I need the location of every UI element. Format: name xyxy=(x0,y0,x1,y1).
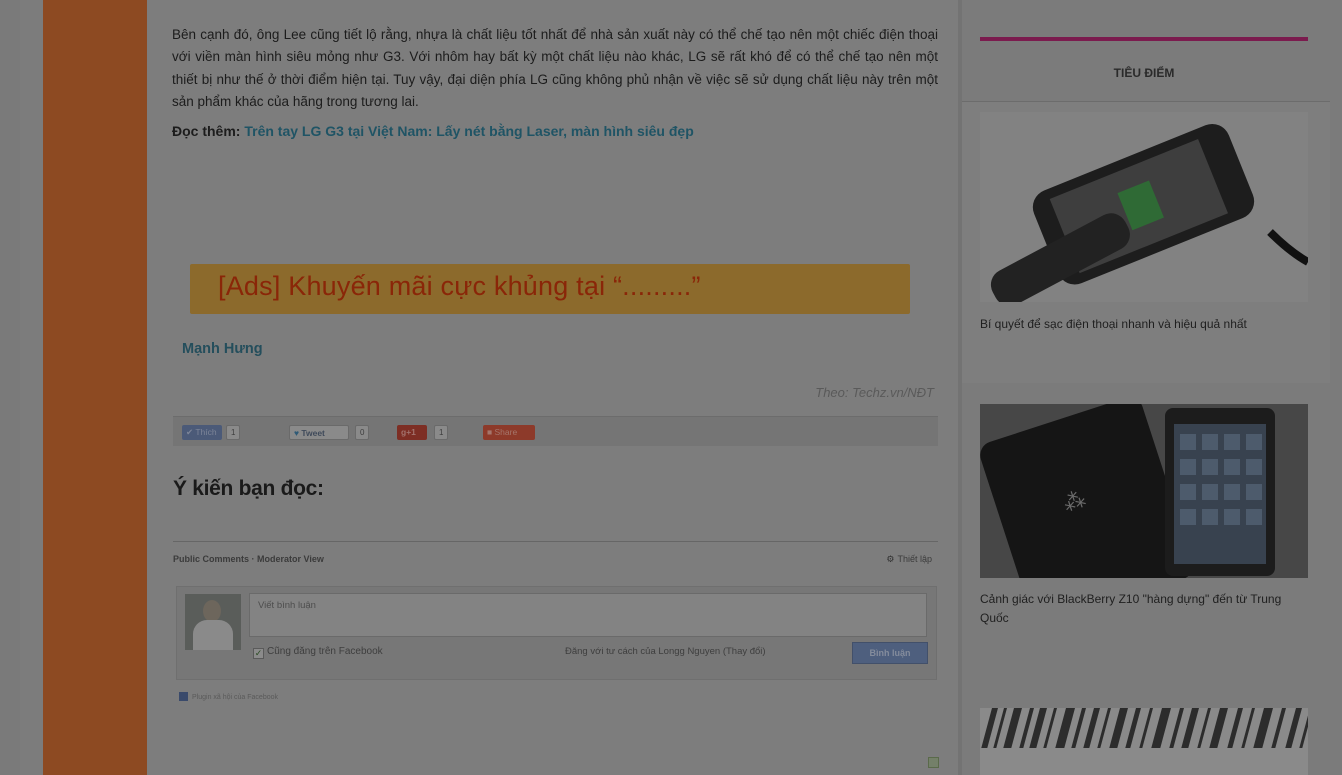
sidebar-item-caption-2[interactable]: Cảnh giác với BlackBerry Z10 "hàng dựng"… xyxy=(980,590,1308,628)
tweet-count: 0 xyxy=(355,425,370,440)
plugin-note-text: Plugin xã hội của Facebook xyxy=(192,694,278,701)
avatar xyxy=(185,594,241,650)
twitter-bird-icon: ♥ xyxy=(294,428,300,438)
barcode-image xyxy=(980,708,1308,775)
read-more-link[interactable]: Trên tay LG G3 tại Việt Nam: Lấy nét bằn… xyxy=(244,123,693,139)
article-body: Bên cạnh đó, ông Lee cũng tiết lộ rằng, … xyxy=(172,24,938,139)
post-comment-button[interactable]: Bình luận xyxy=(852,642,928,664)
facebook-plugin-note[interactable]: Plugin xã hội của Facebook xyxy=(179,692,278,701)
iphone-charging-image xyxy=(980,112,1308,302)
article-paragraph: Bên cạnh đó, ông Lee cũng tiết lộ rằng, … xyxy=(172,27,938,109)
facebook-icon xyxy=(179,692,188,701)
fb-checkbox-label: Cũng đăng trên Facebook xyxy=(267,646,383,657)
comments-settings[interactable]: ⚙ Thiết lập xyxy=(886,554,932,565)
comment-form: Viết bình luận ✓ Cũng đăng trên Facebook … xyxy=(176,586,937,680)
read-more-label: Đọc thêm: xyxy=(172,123,241,140)
ads-text: [Ads] Khuyến mãi cực khủng tại “........… xyxy=(218,271,701,301)
comments-title: Ý kiến bạn đọc: xyxy=(173,477,324,500)
read-more: Đọc thêm: Trên tay LG G3 tại Việt Nam: L… xyxy=(172,123,938,139)
article-source: Theo: Techz.vn/NĐT xyxy=(815,385,934,400)
comments-header-label[interactable]: Public Comments · Moderator View xyxy=(173,554,324,564)
facebook-like-button[interactable]: ✔ Thích xyxy=(182,425,222,440)
post-as-text: Đăng với tư cách của Longg Nguyen (Thay … xyxy=(565,646,766,657)
share-icon: ■ xyxy=(487,427,493,437)
sidebar-section-title: TIÊU ĐIỂM xyxy=(1113,66,1175,80)
settings-label: Thiết lập xyxy=(897,554,932,564)
blackberry-z10-image: ⁂ xyxy=(980,404,1308,578)
sidebar-item-image-2[interactable]: ⁂ xyxy=(980,404,1308,578)
like-label: Thích xyxy=(195,427,217,437)
left-margin xyxy=(0,0,20,775)
share-button[interactable]: ■ Share xyxy=(483,425,535,440)
gplus-count: 1 xyxy=(434,425,449,440)
ads-banner[interactable]: [Ads] Khuyến mãi cực khủng tại “........… xyxy=(190,264,910,314)
orange-side-strip xyxy=(43,0,147,775)
sidebar-item-caption-1[interactable]: Bí quyết để sạc điện thoại nhanh và hiệu… xyxy=(980,315,1308,334)
tweet-label: Tweet xyxy=(301,428,325,438)
like-count: 1 xyxy=(226,425,241,440)
sidebar-item-image-1[interactable] xyxy=(980,112,1308,302)
sidebar-accent-line xyxy=(980,37,1308,41)
gear-icon: ⚙ xyxy=(886,554,895,564)
thumbs-up-icon: ✔ xyxy=(186,427,194,437)
expand-icon[interactable] xyxy=(928,757,939,768)
google-plus-button[interactable]: g+1 xyxy=(397,425,427,440)
comments-section: Public Comments · Moderator View ⚙ Thiết … xyxy=(173,541,938,701)
sidebar-item-image-3[interactable] xyxy=(980,708,1308,775)
checkmark-icon[interactable]: ✓ xyxy=(253,648,264,659)
share-bar: ✔ Thích 1 ♥ Tweet 0 g+1 1 ■ Share xyxy=(173,416,938,446)
tweet-button[interactable]: ♥ Tweet xyxy=(289,425,349,440)
post-to-facebook-checkbox[interactable]: ✓ Cũng đăng trên Facebook xyxy=(253,646,383,659)
gplus-label: +1 xyxy=(406,427,416,437)
article-author[interactable]: Mạnh Hưng xyxy=(182,341,263,357)
comment-input[interactable]: Viết bình luận xyxy=(249,593,927,637)
share-label: Share xyxy=(494,427,518,437)
